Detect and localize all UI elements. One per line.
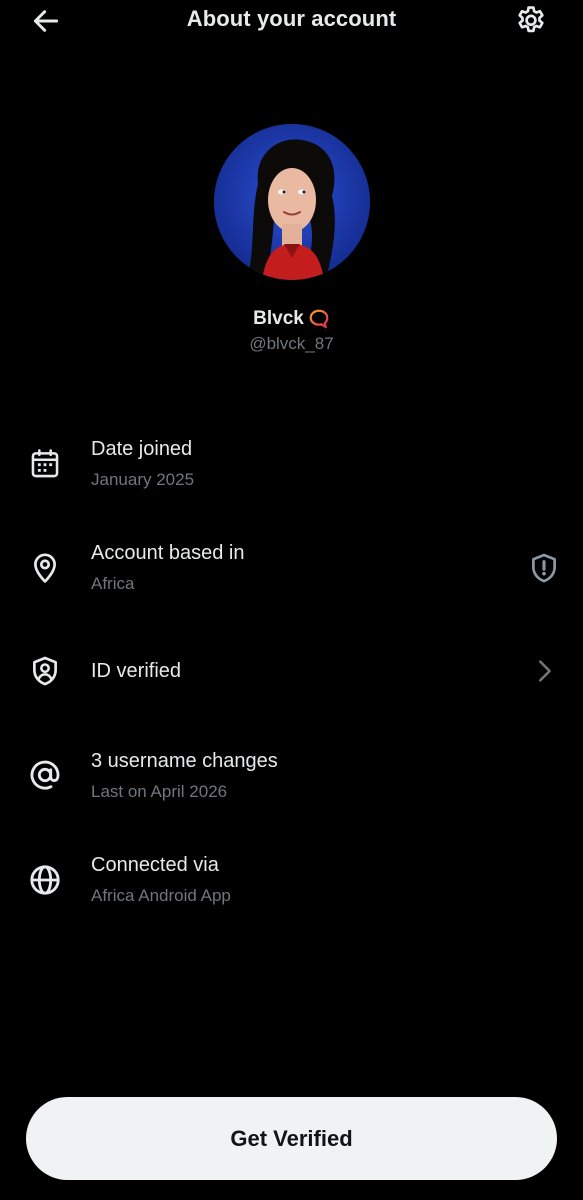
globe-icon-wrap [25, 860, 65, 900]
calendar-icon [31, 449, 59, 478]
settings-button[interactable] [511, 2, 551, 40]
calendar-icon-wrap [25, 444, 65, 484]
detail-label: 3 username changes [91, 750, 278, 772]
shield-user-icon-wrap [25, 651, 65, 691]
at-sign-icon-wrap [25, 755, 65, 795]
get-verified-button[interactable]: Get Verified [26, 1097, 557, 1180]
speech-bubble-emoji-icon [309, 309, 329, 329]
detail-value: Africa Android App [91, 886, 231, 905]
shield-alert-button[interactable] [524, 548, 564, 588]
detail-label: Date joined [91, 438, 193, 460]
chevron-right-button[interactable] [524, 651, 564, 691]
at-sign-icon [30, 760, 60, 790]
detail-value: Last on April 2026 [91, 782, 228, 801]
globe-icon [30, 865, 60, 895]
shield-user-icon [33, 656, 57, 686]
detail-row-id-verified[interactable]: ID verified [0, 626, 583, 716]
detail-label: Connected via [91, 854, 219, 876]
top-bar: About your account [0, 0, 583, 44]
location-pin-icon-wrap [25, 548, 65, 588]
detail-row-account-based-in[interactable]: Account based in Africa [0, 528, 583, 618]
detail-row-username-changes: 3 username changes Last on April 2026 [0, 736, 583, 826]
detail-label: Account based in [91, 542, 245, 564]
detail-row-connected-via: Connected via Africa Android App [0, 840, 583, 930]
display-name: Blvck [253, 308, 304, 329]
detail-value: Africa [91, 574, 135, 593]
username: @blvck_87 [249, 334, 334, 353]
gear-icon [518, 6, 544, 33]
detail-value: January 2025 [91, 470, 195, 489]
profile-photo [214, 124, 370, 280]
display-name-row: Blvck [0, 308, 583, 330]
shield-alert-icon [532, 553, 556, 583]
chevron-right-icon [539, 660, 551, 682]
detail-row-date-joined: Date joined January 2025 [0, 424, 583, 514]
page-title: About your account [186, 6, 397, 31]
avatar[interactable] [214, 124, 370, 280]
location-pin-icon [34, 553, 56, 583]
detail-label: ID verified [91, 660, 182, 682]
